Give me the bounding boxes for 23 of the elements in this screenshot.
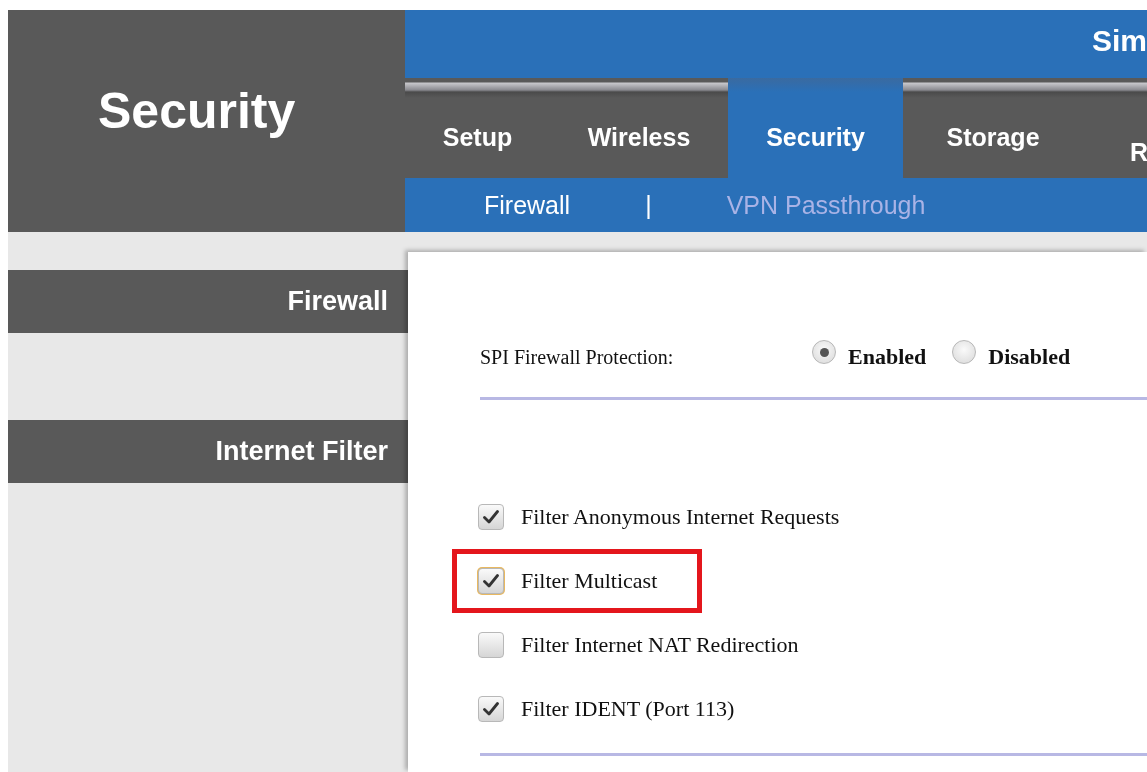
nav-tab[interactable]: Security — [728, 78, 903, 178]
checkbox[interactable] — [478, 632, 504, 658]
radio-label: Enabled — [848, 344, 927, 370]
checkbox-label: Filter IDENT (Port 113) — [521, 696, 735, 722]
banner-text: Sim — [1091, 24, 1147, 58]
section-header: Firewall — [8, 270, 408, 333]
checkmark-icon — [483, 574, 499, 588]
checkbox-label: Filter Multicast — [521, 568, 658, 594]
radio-button[interactable] — [952, 340, 977, 364]
checkbox[interactable] — [478, 568, 504, 594]
radio-button[interactable] — [812, 340, 836, 364]
section-header: Internet Filter — [8, 420, 408, 483]
checkbox-label: Filter Internet NAT Redirection — [521, 632, 799, 658]
subnav-link[interactable]: Firewall — [484, 190, 571, 220]
separator: | — [645, 190, 652, 220]
checkmark-icon — [483, 702, 499, 716]
checkmark-icon — [483, 510, 499, 524]
checkbox[interactable] — [478, 504, 504, 530]
page-title: Security — [8, 10, 405, 232]
field-label: SPI Firewall Protection: — [480, 345, 675, 369]
checkbox[interactable] — [478, 696, 504, 722]
checkbox-label: Filter Anonymous Internet Requests — [521, 504, 840, 530]
radio-label: Disabled — [988, 344, 1071, 370]
